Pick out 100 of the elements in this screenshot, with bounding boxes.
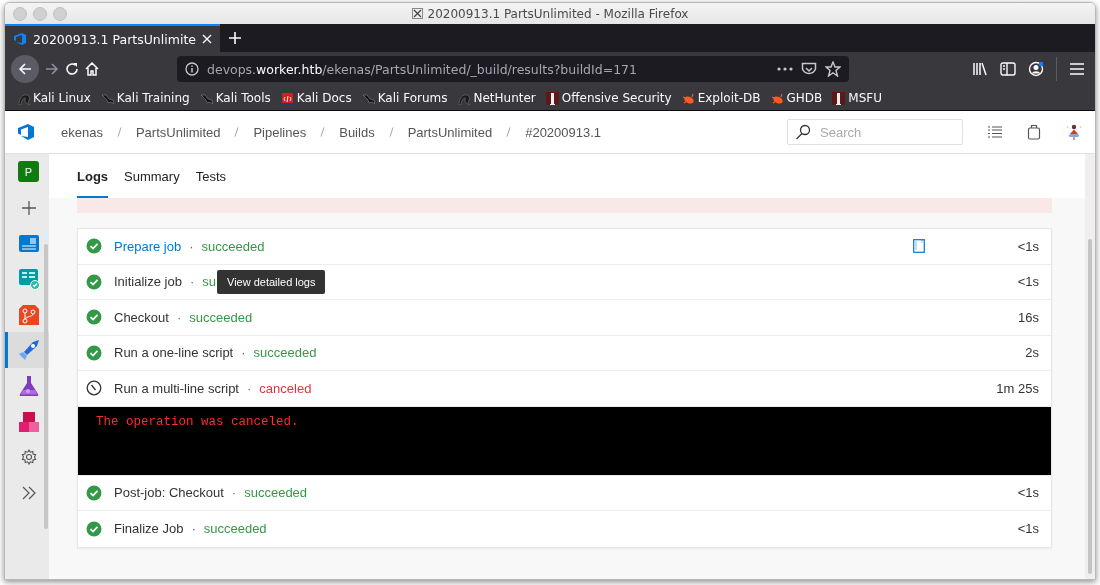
step-name: Run a one-line script: [114, 345, 234, 361]
step-status: canceled: [259, 380, 312, 396]
flask-icon: [17, 374, 40, 397]
search-icon: [795, 124, 811, 140]
breadcrumb-link[interactable]: PartsUnlimited: [393, 124, 507, 140]
new-tab-icon[interactable]: [228, 31, 242, 45]
azure-devops-logo-icon[interactable]: [17, 123, 35, 141]
account-icon[interactable]: [1028, 61, 1044, 77]
library-icon[interactable]: [972, 62, 988, 76]
search-field[interactable]: Search: [787, 119, 963, 145]
tab[interactable]: Summary: [124, 154, 180, 198]
home-icon[interactable]: [85, 62, 99, 76]
breadcrumb-link[interactable]: Builds: [325, 124, 389, 140]
sidebar-item[interactable]: [5, 332, 49, 369]
address-bar[interactable]: devops.worker.htb/ekenas/PartsUnlimited/_build/results?buildId=171: [177, 56, 849, 82]
pipelines-icon: [17, 339, 40, 362]
step-duration: <1s: [1017, 274, 1039, 290]
forward-icon[interactable]: [45, 62, 59, 76]
app-icon: [411, 8, 423, 19]
bookmark-link[interactable]: NetHunter: [457, 91, 536, 105]
step-duration: <1s: [1017, 485, 1039, 501]
step-name: Post-job: Checkout: [114, 485, 224, 501]
reload-icon[interactable]: [65, 62, 79, 76]
separator-dot: ·: [189, 238, 194, 254]
separator-dot: ·: [191, 521, 196, 537]
step-row[interactable]: Checkout · succeeded 16s: [78, 300, 1051, 336]
task-list-icon[interactable]: [987, 125, 1003, 139]
tooltip: View detailed logs: [217, 269, 326, 294]
browser-tab[interactable]: 20200913.1 PartsUnlimite: [5, 24, 220, 52]
info-icon[interactable]: [185, 62, 199, 76]
step-status: su: [202, 274, 216, 290]
step-status: succeeded: [189, 309, 253, 325]
separator-icon: [506, 127, 512, 137]
menu-icon[interactable]: [1069, 62, 1085, 76]
separator-icon: [388, 127, 394, 137]
bookmark-link[interactable]: Kali Linux: [17, 91, 91, 105]
log-icon[interactable]: [913, 239, 925, 254]
dragon-icon: [457, 91, 471, 105]
bookmark-link[interactable]: Kali Training: [100, 91, 190, 105]
pocket-icon[interactable]: [801, 61, 817, 77]
dragon-icon: [100, 91, 114, 105]
bug-icon: [770, 91, 784, 105]
separator-icon: [116, 127, 122, 137]
azure-devops-icon: [13, 32, 27, 46]
breadcrumb-link[interactable]: Pipelines: [239, 124, 321, 140]
dragon-icon: [17, 91, 30, 105]
bookmark-link[interactable]: Offensive Security: [545, 91, 672, 105]
bookmark-link[interactable]: Exploit-DB: [681, 91, 761, 105]
step-status: succeeded: [203, 521, 267, 537]
back-icon[interactable]: [18, 62, 32, 76]
artifacts-icon: [17, 410, 40, 433]
bookmark-link[interactable]: Kali Forums: [361, 91, 448, 105]
separator-icon: [320, 127, 326, 137]
step-name: Initialize job: [114, 274, 182, 290]
document-icon: [280, 91, 294, 105]
boards-icon: [17, 267, 40, 290]
step-status: succeeded: [201, 238, 265, 254]
breadcrumb-link[interactable]: ekenas: [47, 124, 117, 140]
separator-dot: ·: [231, 485, 237, 501]
step-row[interactable]: Run a one-line script · succeeded 2s: [78, 335, 1051, 371]
step-status: succeeded: [244, 485, 308, 501]
window-title: 20200913.1 PartsUnlimited - Mozilla Firefox: [427, 6, 689, 21]
breadcrumb-link[interactable]: #20200913.1: [511, 124, 616, 140]
breadcrumb-link[interactable]: PartsUnlimited: [121, 124, 235, 140]
scrollbar-thumb[interactable]: [1088, 239, 1092, 574]
step-name: Finalize Job: [114, 521, 184, 537]
bug-icon: [681, 91, 695, 105]
repos-icon: [17, 303, 40, 326]
add-icon: [20, 199, 37, 216]
step-duration: 2s: [1025, 345, 1039, 361]
shopping-bag-icon[interactable]: [1027, 124, 1041, 140]
project-avatar[interactable]: P: [18, 161, 39, 183]
bookmark-link[interactable]: Kali Tools: [199, 91, 271, 105]
user-avatar-icon[interactable]: [1065, 123, 1083, 141]
tab[interactable]: Tests: [195, 154, 227, 198]
dragon-icon: [361, 91, 375, 105]
more-icon[interactable]: [777, 67, 793, 71]
step-row[interactable]: Initialize job · su View detailed logs <1s: [78, 264, 1051, 300]
step-status: succeeded: [253, 345, 317, 361]
close-icon[interactable]: [202, 34, 212, 44]
separator-dot: ·: [241, 345, 246, 361]
step-row[interactable]: Post-job: Checkout · succeeded <1s: [78, 475, 1051, 511]
sidebar-icon[interactable]: [1000, 62, 1016, 76]
pillar-icon: [545, 91, 559, 105]
sidebar-item[interactable]: P: [5, 154, 49, 190]
step-name: Checkout: [114, 309, 169, 325]
step-row[interactable]: Prepare job · succeeded <1s: [78, 229, 1051, 265]
overview-icon: [17, 232, 40, 255]
step-duration: <1s: [1017, 238, 1039, 254]
bookmark-link[interactable]: GHDB: [770, 91, 823, 105]
step-duration: 16s: [1018, 309, 1039, 325]
bookmark-link[interactable]: Kali Docs: [280, 91, 352, 105]
bookmark-star-icon[interactable]: [825, 61, 841, 77]
step-row[interactable]: Finalize Job · succeeded <1s: [78, 511, 1051, 547]
step-row[interactable]: Run a multi-line script · canceled 1m 25s: [78, 371, 1051, 407]
step-name: Run a multi-line script: [114, 380, 239, 396]
dragon-icon: [199, 91, 213, 105]
step-duration: <1s: [1017, 521, 1039, 537]
separator-dot: ·: [189, 274, 195, 290]
bookmark-link[interactable]: MSFU: [832, 91, 882, 105]
